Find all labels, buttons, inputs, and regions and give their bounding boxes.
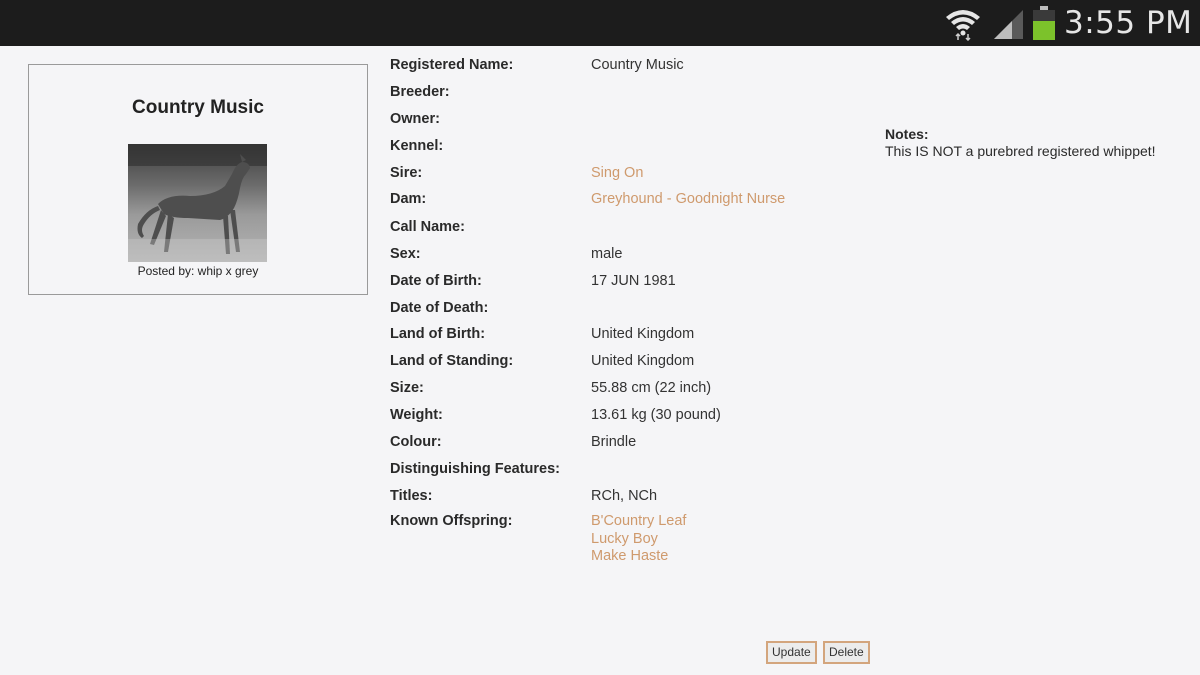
label-known-offspring: Known Offspring: bbox=[390, 513, 513, 529]
label-land-of-standing: Land of Standing: bbox=[390, 353, 514, 369]
offspring-link[interactable]: Lucky Boy bbox=[591, 531, 686, 549]
value-titles: RCh, NCh bbox=[591, 488, 658, 504]
value-date-of-birth: 17 JUN 1981 bbox=[591, 273, 676, 289]
value-registered-name: Country Music bbox=[591, 57, 684, 73]
value-size: 55.88 cm (22 inch) bbox=[591, 380, 712, 396]
label-breeder: Breeder: bbox=[390, 84, 450, 100]
delete-button[interactable]: Delete bbox=[823, 641, 870, 664]
wifi-icon bbox=[946, 10, 980, 41]
value-land-of-birth: United Kingdom bbox=[591, 326, 695, 342]
label-sire: Sire: bbox=[390, 165, 423, 181]
offspring-list: B'Country Leaf Lucky Boy Make Haste bbox=[591, 513, 686, 566]
label-registered-name: Registered Name: bbox=[390, 57, 514, 73]
label-land-of-birth: Land of Birth: bbox=[390, 326, 486, 342]
notes-text: This IS NOT a purebred registered whippe… bbox=[885, 143, 1156, 159]
battery-icon bbox=[1033, 6, 1055, 40]
label-date-of-birth: Date of Birth: bbox=[390, 273, 482, 289]
update-button[interactable]: Update bbox=[766, 641, 817, 664]
offspring-link[interactable]: Make Haste bbox=[591, 548, 686, 566]
label-sex: Sex: bbox=[390, 246, 421, 262]
notes-label: Notes: bbox=[885, 126, 929, 142]
value-weight: 13.61 kg (30 pound) bbox=[591, 407, 721, 423]
label-titles: Titles: bbox=[390, 488, 433, 504]
dog-photo[interactable] bbox=[128, 144, 267, 262]
label-weight: Weight: bbox=[390, 407, 443, 423]
label-kennel: Kennel: bbox=[390, 138, 444, 154]
label-dam: Dam: bbox=[390, 191, 427, 207]
label-call-name: Call Name: bbox=[390, 219, 465, 235]
dam-link[interactable]: Greyhound - Goodnight Nurse bbox=[591, 191, 785, 207]
dog-name-title: Country Music bbox=[132, 97, 264, 118]
posted-by-caption: Posted by: whip x grey bbox=[137, 264, 259, 278]
offspring-link[interactable]: B'Country Leaf bbox=[591, 513, 686, 531]
status-bar: 3:55 PM bbox=[0, 0, 1200, 46]
value-land-of-standing: United Kingdom bbox=[591, 353, 695, 369]
clock-time: 3:55 PM bbox=[1064, 5, 1193, 41]
sire-link[interactable]: Sing On bbox=[591, 165, 643, 181]
label-colour: Colour: bbox=[390, 434, 442, 450]
signal-icon bbox=[994, 10, 1023, 39]
label-date-of-death: Date of Death: bbox=[390, 300, 489, 316]
value-colour: Brindle bbox=[591, 434, 637, 450]
label-distinguishing-features: Distinguishing Features: bbox=[390, 461, 560, 477]
dog-photo-card: Country Music Posted by: whip x grey bbox=[28, 64, 368, 295]
label-size: Size: bbox=[390, 380, 424, 396]
label-owner: Owner: bbox=[390, 111, 440, 127]
value-sex: male bbox=[591, 246, 623, 262]
